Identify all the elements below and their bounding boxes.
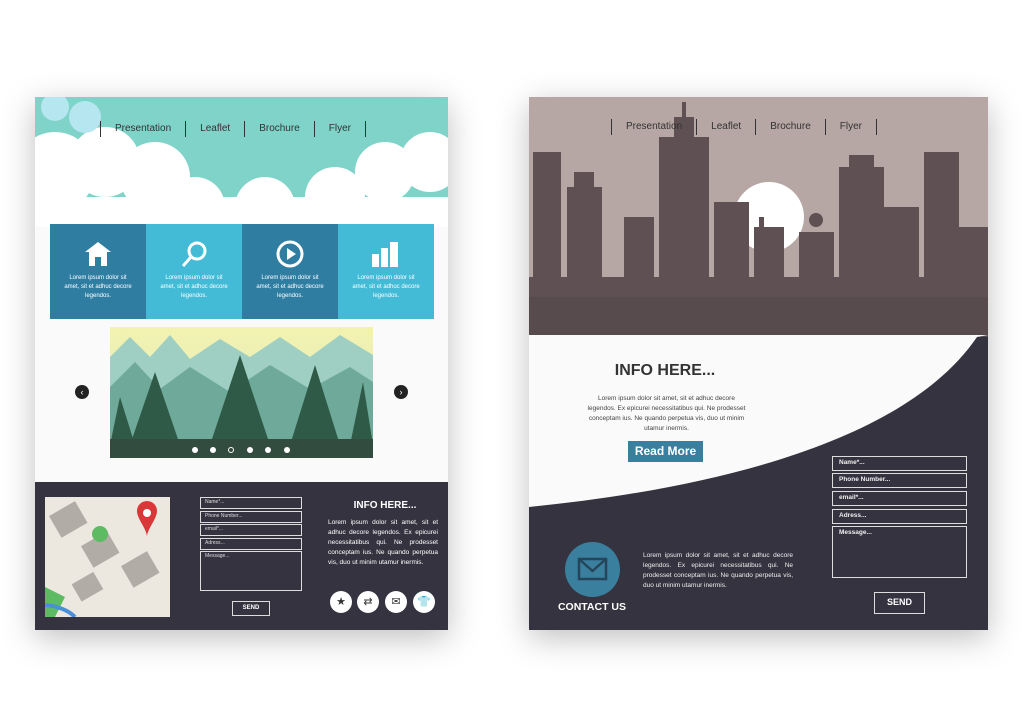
- right-info-text: Lorem ipsum dolor sit amet, sit et adhuc…: [587, 395, 746, 432]
- info-text: Lorem ipsum dolor sit amet, sit et adhuc…: [328, 519, 438, 566]
- feature-text: Lorem ipsum dolor sit amet, sit et adhuc…: [256, 275, 324, 299]
- feature-text: Lorem ipsum dolor sit amet, sit et adhuc…: [352, 275, 420, 299]
- email-field[interactable]: email*...: [200, 524, 302, 536]
- slider-next-arrow[interactable]: ›: [394, 385, 408, 399]
- contact-us-title: CONTACT US: [557, 601, 627, 613]
- name-field[interactable]: Name*...: [832, 456, 967, 471]
- message-field[interactable]: Message...: [200, 551, 302, 591]
- map-image[interactable]: [45, 497, 170, 617]
- send-button[interactable]: SEND: [874, 592, 925, 614]
- slider-prev-arrow[interactable]: ‹: [75, 385, 89, 399]
- nav-presentation[interactable]: Presentation: [611, 119, 696, 135]
- right-nav: Presentation Leaflet Brochure Flyer: [611, 119, 877, 135]
- city-skyline-header: [529, 97, 988, 507]
- read-more-button[interactable]: Read More: [628, 441, 703, 462]
- feature-text: Lorem ipsum dolor sit amet, sit et adhuc…: [64, 275, 132, 299]
- slider-dot[interactable]: [210, 447, 216, 453]
- contact-text: Lorem ipsum dolor sit amet, sit et adhuc…: [643, 552, 793, 589]
- forest-slider-image[interactable]: [110, 327, 373, 458]
- right-info-title: INFO HERE...: [614, 362, 716, 379]
- nav-leaflet[interactable]: Leaflet: [696, 119, 755, 135]
- send-button[interactable]: SEND: [232, 601, 270, 616]
- info-title: INFO HERE...: [353, 500, 417, 511]
- search-icon: [158, 224, 230, 274]
- left-nav: Presentation Leaflet Brochure Flyer: [100, 121, 366, 137]
- nav-brochure[interactable]: Brochure: [244, 121, 314, 137]
- message-field[interactable]: Message...: [832, 526, 967, 578]
- star-icon[interactable]: ★: [330, 591, 352, 613]
- mail-icon[interactable]: ✉: [385, 591, 407, 613]
- nav-presentation[interactable]: Presentation: [100, 121, 185, 137]
- email-field[interactable]: email*...: [832, 491, 967, 506]
- feature-text: Lorem ipsum dolor sit amet, sit et adhuc…: [160, 275, 228, 299]
- feature-play[interactable]: Lorem ipsum dolor sit amet, sit et adhuc…: [242, 224, 338, 319]
- phone-field[interactable]: Phone Number...: [200, 511, 302, 523]
- slider-dot[interactable]: [247, 447, 253, 453]
- feature-stats[interactable]: Lorem ipsum dolor sit amet, sit et adhuc…: [338, 224, 434, 319]
- slider-dot[interactable]: [284, 447, 290, 453]
- nav-flyer[interactable]: Flyer: [313, 121, 366, 137]
- play-icon: [254, 224, 326, 274]
- share-icon[interactable]: ⇄: [357, 591, 379, 613]
- nav-flyer[interactable]: Flyer: [824, 119, 877, 135]
- nav-leaflet[interactable]: Leaflet: [185, 121, 244, 137]
- slider-dot[interactable]: [192, 447, 198, 453]
- phone-field[interactable]: Phone Number...: [832, 473, 967, 488]
- envelope-icon[interactable]: [565, 542, 620, 597]
- name-field[interactable]: Name*...: [200, 497, 302, 509]
- shirt-icon[interactable]: 👕: [413, 591, 435, 613]
- address-field[interactable]: Adress...: [832, 509, 967, 524]
- feature-home[interactable]: Lorem ipsum dolor sit amet, sit et adhuc…: [50, 224, 146, 319]
- slider-dot-active[interactable]: [228, 447, 234, 453]
- slider-dot[interactable]: [265, 447, 271, 453]
- feature-search[interactable]: Lorem ipsum dolor sit amet, sit et adhuc…: [146, 224, 242, 319]
- bar-chart-icon: [350, 224, 422, 274]
- nav-brochure[interactable]: Brochure: [755, 119, 825, 135]
- address-field[interactable]: Adress...: [200, 538, 302, 550]
- sky-clouds-header: [35, 97, 448, 227]
- home-icon: [62, 224, 134, 274]
